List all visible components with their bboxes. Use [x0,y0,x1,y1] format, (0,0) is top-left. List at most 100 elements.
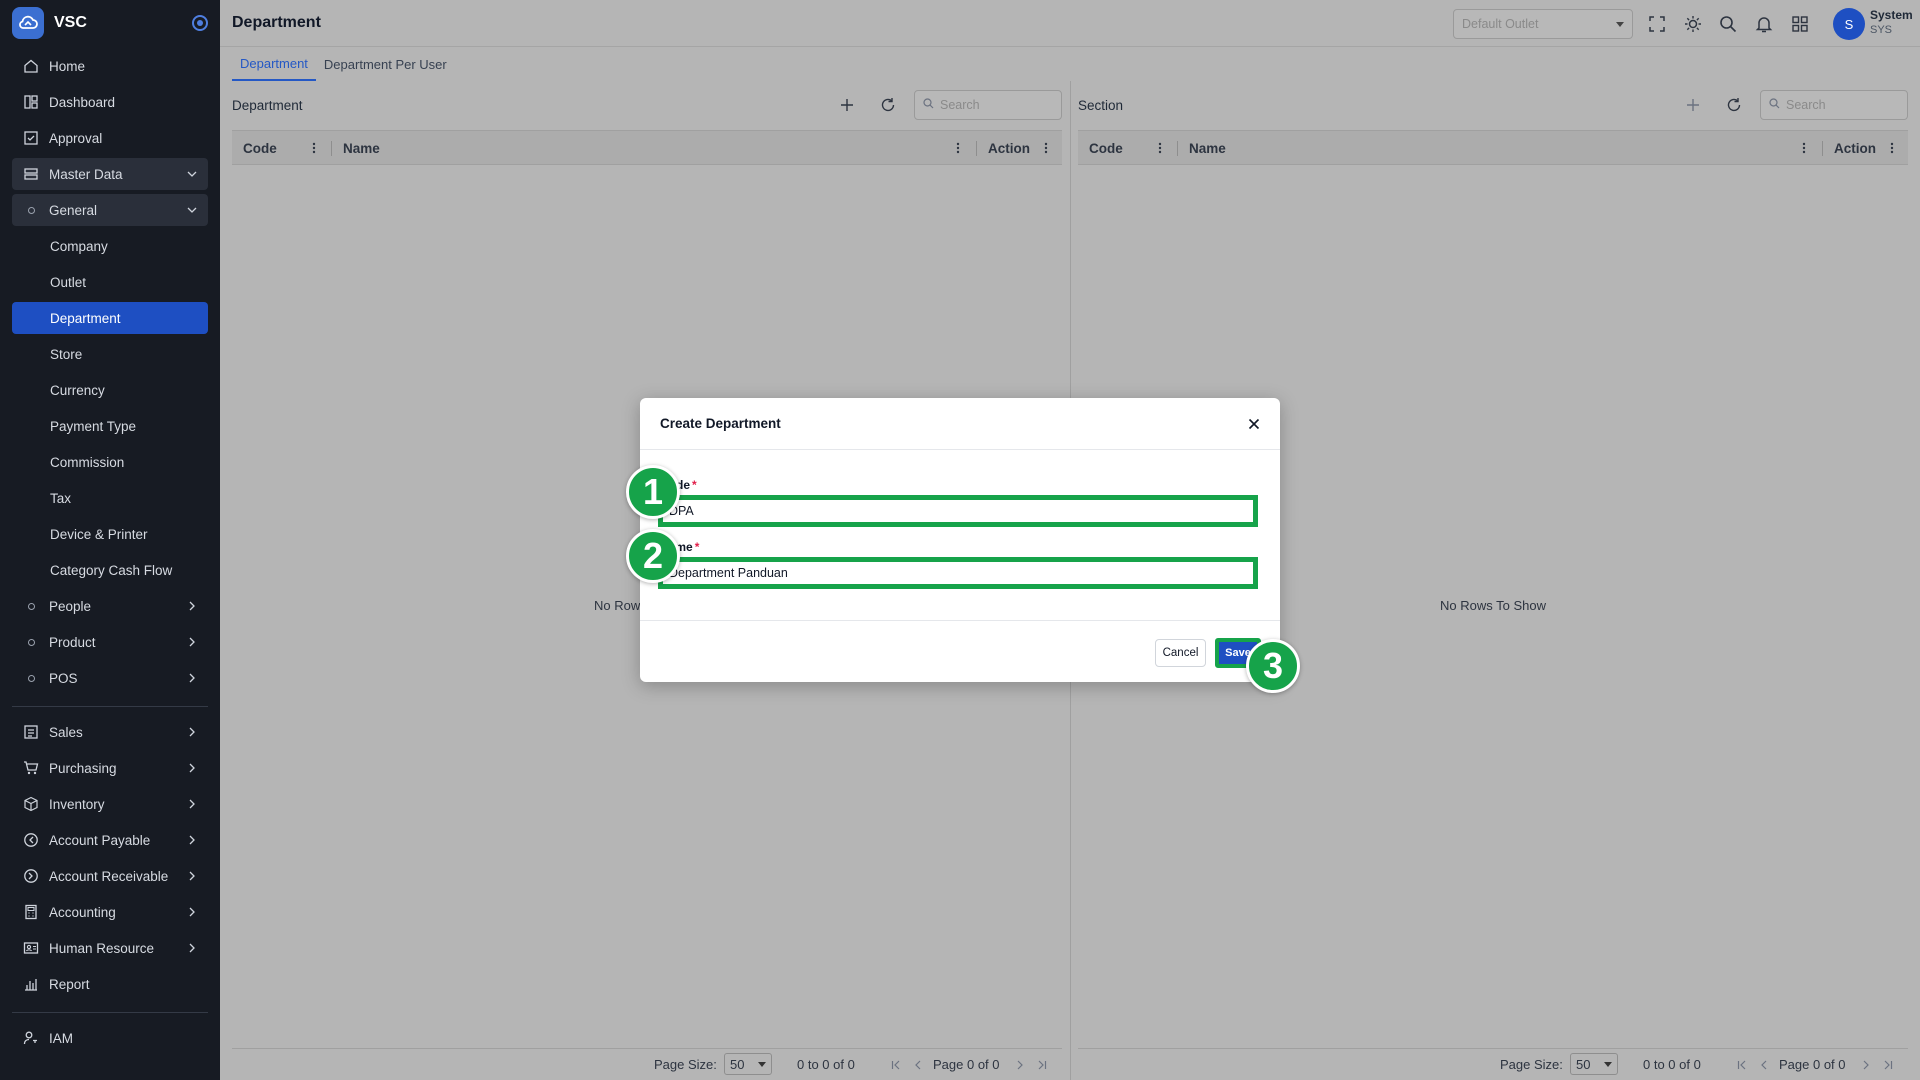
previous-page-icon[interactable] [1757,1058,1771,1072]
name-input[interactable] [658,557,1258,589]
first-page-icon[interactable] [1735,1058,1749,1072]
cancel-button[interactable]: Cancel [1155,639,1206,667]
sidebar-item-human-resource[interactable]: Human Resource [12,932,208,964]
step-marker-1: 1 [626,465,680,519]
column-menu-icon[interactable] [1886,141,1898,155]
search-icon[interactable] [1717,13,1739,35]
sidebar-item-product[interactable]: Product [12,626,208,658]
column-separator[interactable] [331,141,332,156]
chevron-down-icon [186,168,198,180]
sidebar-item-label: Company [50,238,108,254]
column-header-name[interactable]: Name [1189,131,1226,166]
sidebar-item-accounting[interactable]: Accounting [12,896,208,928]
circle-bullet-icon [22,633,40,651]
page-size-select[interactable]: 50 [1570,1053,1618,1075]
row-range-text: 0 to 0 of 0 [797,1057,855,1072]
sidebar-item-currency[interactable]: Currency [12,374,208,406]
sidebar-item-category-cash-flow[interactable]: Category Cash Flow [12,554,208,586]
column-separator[interactable] [976,141,977,156]
caret-down-icon [758,1061,766,1067]
previous-page-icon[interactable] [911,1058,925,1072]
chevron-right-icon [186,834,198,846]
avatar[interactable]: S [1833,8,1865,40]
column-menu-icon[interactable] [1154,141,1166,155]
sidebar-item-label: Home [49,58,86,74]
close-icon[interactable] [1246,416,1262,432]
chevron-down-icon [186,204,198,216]
first-page-icon[interactable] [889,1058,903,1072]
add-department-icon[interactable] [837,95,857,115]
last-page-icon[interactable] [1881,1058,1895,1072]
column-header-name[interactable]: Name [343,131,380,166]
column-menu-icon[interactable] [308,141,320,155]
search-icon [923,98,934,112]
box-icon [22,795,40,813]
sidebar-item-iam[interactable]: IAM [12,1022,208,1054]
last-page-icon[interactable] [1035,1058,1049,1072]
sidebar-item-people[interactable]: People [12,590,208,622]
section-grid-header: Code Name Action [1078,130,1908,165]
fullscreen-icon[interactable] [1646,13,1668,35]
column-header-code[interactable]: Code [243,131,277,166]
tab-department[interactable]: Department [232,47,316,81]
sidebar-item-home[interactable]: Home [12,50,208,82]
sidebar-item-pos[interactable]: POS [12,662,208,694]
sidebar-item-account-payable[interactable]: Account Payable [12,824,208,856]
apps-grid-icon[interactable] [1789,13,1811,35]
code-input[interactable] [658,495,1258,527]
sidebar-item-outlet[interactable]: Outlet [12,266,208,298]
dashboard-icon [22,93,40,111]
column-menu-icon[interactable] [1798,141,1810,155]
sidebar-item-label: Account Receivable [49,868,169,884]
section-pagination: Page Size: 50 0 to 0 of 0 Page 0 of 0 [1078,1048,1908,1080]
next-page-icon[interactable] [1013,1058,1027,1072]
sidebar-item-purchasing[interactable]: Purchasing [12,752,208,784]
sidebar-item-inventory[interactable]: Inventory [12,788,208,820]
sidebar-item-department[interactable]: Department [12,302,208,334]
sidebar-item-device-printer[interactable]: Device & Printer [12,518,208,550]
column-header-action[interactable]: Action [1834,131,1876,166]
notification-bell-icon[interactable] [1753,13,1775,35]
sidebar-item-approval[interactable]: Approval [12,122,208,154]
section-search[interactable] [1760,90,1908,120]
column-separator[interactable] [1822,141,1823,156]
theme-sun-icon[interactable] [1682,13,1704,35]
circle-bullet-icon [22,669,40,687]
column-header-code[interactable]: Code [1089,131,1123,166]
user-code: SYS [1870,24,1893,36]
column-menu-icon[interactable] [1040,141,1052,155]
tab-department-per-user[interactable]: Department Per User [316,47,455,81]
section-search-input[interactable] [1786,98,1896,112]
section-panel-header: Section [1078,88,1908,122]
sidebar-item-account-receivable[interactable]: Account Receivable [12,860,208,892]
chevron-right-icon [186,636,198,648]
sidebar-item-label: Outlet [50,274,87,290]
sidebar-item-payment-type[interactable]: Payment Type [12,410,208,442]
department-search[interactable] [914,90,1062,120]
column-header-action[interactable]: Action [988,131,1030,166]
page-size-select[interactable]: 50 [724,1053,772,1075]
sidebar-item-dashboard[interactable]: Dashboard [12,86,208,118]
section-panel-title: Section [1078,97,1124,113]
sidebar-item-general[interactable]: General [12,194,208,226]
step-marker-2: 2 [626,529,680,583]
sidebar-item-master-data[interactable]: Master Data [12,158,208,190]
brand: VSC [0,0,220,46]
user-key-icon [22,1029,40,1047]
sidebar-item-report[interactable]: Report [12,968,208,1000]
column-separator[interactable] [1177,141,1178,156]
next-page-icon[interactable] [1859,1058,1873,1072]
sidebar-item-sales[interactable]: Sales [12,716,208,748]
sidebar-item-commission[interactable]: Commission [12,446,208,478]
pin-sidebar-icon[interactable] [192,15,208,31]
sidebar-item-company[interactable]: Company [12,230,208,262]
sidebar-item-tax[interactable]: Tax [12,482,208,514]
sidebar-item-store[interactable]: Store [12,338,208,370]
department-search-input[interactable] [940,98,1050,112]
outlet-select[interactable]: Default Outlet [1453,9,1633,39]
refresh-icon[interactable] [878,95,898,115]
column-menu-icon[interactable] [952,141,964,155]
add-section-icon[interactable] [1683,95,1703,115]
refresh-icon[interactable] [1724,95,1744,115]
sidebar-item-label: Account Payable [49,832,151,848]
